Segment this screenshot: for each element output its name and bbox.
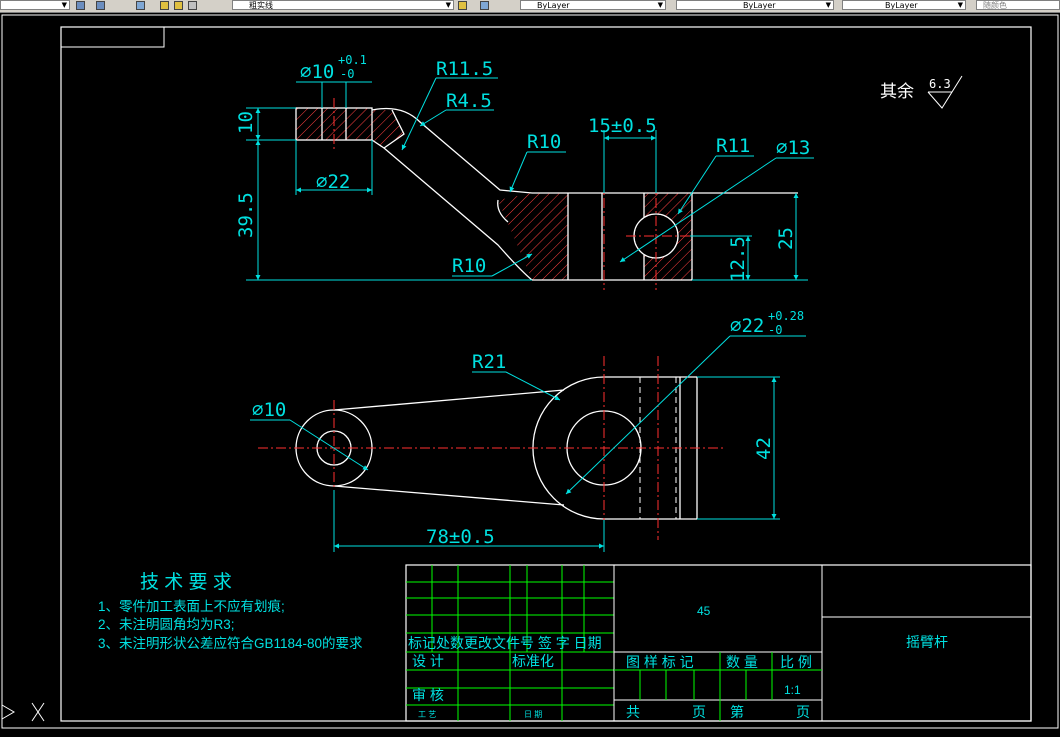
sun-icon[interactable] bbox=[174, 1, 183, 10]
sheet-label-2: 页 bbox=[796, 704, 810, 720]
design-label: 设 计 bbox=[412, 653, 444, 669]
sheet-label: 页 bbox=[692, 704, 706, 720]
bulb-icon[interactable] bbox=[160, 1, 169, 10]
make-current-icon[interactable] bbox=[458, 1, 467, 10]
layer-tool-icon[interactable] bbox=[96, 1, 105, 10]
drawing-canvas[interactable]: ⌀10 +0.1 -0 R11.5 R4.5 R10 R10 ⌀22 15±0.… bbox=[0, 13, 1060, 730]
layer-previous-icon[interactable] bbox=[480, 1, 489, 10]
lineweight-dropdown[interactable]: ByLayer ▼ bbox=[842, 0, 966, 10]
layer-states-icon[interactable] bbox=[76, 1, 85, 10]
dim-r10-upper: R10 bbox=[527, 131, 561, 153]
tol-minus-0b: -0 bbox=[768, 323, 782, 337]
layer-name: 粗实线 bbox=[249, 1, 273, 10]
dim-dia13: ⌀13 bbox=[776, 137, 810, 159]
dim-12-5: 12.5 bbox=[727, 236, 749, 282]
tol-plus-028: +0.28 bbox=[768, 309, 804, 323]
title-block: 45 摇臂杆 标记处数更改文件号 签 字 日期 设 计 标准化 审 核 工 艺 … bbox=[405, 564, 1032, 722]
quantity-label: 数 量 bbox=[726, 654, 758, 670]
tol-plus-01: +0.1 bbox=[338, 53, 367, 67]
revision-header: 标记处数更改文件号 签 字 日期 bbox=[408, 635, 602, 651]
dim-r11: R11 bbox=[716, 135, 750, 157]
dropdown-arrow-icon: ▼ bbox=[825, 1, 831, 9]
dim-25: 25 bbox=[775, 227, 797, 250]
sheet-no-label: 第 bbox=[730, 704, 744, 720]
dim-10-vert: 10 bbox=[235, 111, 257, 134]
linetype-value: ByLayer bbox=[743, 1, 776, 10]
dim-dia22-bottom: ⌀22 bbox=[730, 315, 764, 337]
tech-req-item-3: 3、未注明形状公差应符合GB1184-80的要求 bbox=[98, 635, 363, 651]
drawing-mark-label: 图 样 标 记 bbox=[626, 654, 694, 670]
roughness-note: 其余 6.3 bbox=[880, 75, 963, 109]
approve-label: 日 期 bbox=[524, 710, 542, 719]
plotstyle-dropdown[interactable]: 随颜色 bbox=[976, 0, 1060, 10]
dropdown-arrow-icon: ▼ bbox=[61, 1, 67, 9]
dim-dia22-top: ⌀22 bbox=[316, 171, 350, 193]
roughness-prefix: 其余 bbox=[880, 82, 914, 101]
dim-42: 42 bbox=[753, 437, 775, 460]
properties-toolbar: ▼ 粗实线 ▼ ByLayer ▼ ByLayer ▼ ByLayer ▼ 随颜色 bbox=[0, 0, 1060, 13]
tol-minus-0a: -0 bbox=[340, 67, 354, 81]
dim-r4-5: R4.5 bbox=[446, 90, 492, 112]
dropdown-arrow-icon: ▼ bbox=[657, 1, 663, 9]
dim-dia10-bottom: ⌀10 bbox=[252, 399, 286, 421]
ucs-icon bbox=[1, 702, 45, 722]
dim-r21: R21 bbox=[472, 351, 506, 373]
color-value: ByLayer bbox=[537, 1, 570, 10]
tech-req-item-2: 2、未注明圆角均为R3; bbox=[98, 617, 235, 632]
dropdown-arrow-icon: ▼ bbox=[445, 1, 451, 9]
scale-value: 1:1 bbox=[784, 683, 801, 697]
dim-15: 15±0.5 bbox=[588, 115, 657, 137]
total-label: 共 bbox=[626, 704, 640, 720]
standard-label: 标准化 bbox=[512, 653, 554, 669]
previous-control[interactable]: ▼ bbox=[0, 0, 70, 10]
lineweight-value: ByLayer bbox=[885, 1, 918, 10]
dim-78: 78±0.5 bbox=[426, 526, 495, 548]
dim-r10-lower: R10 bbox=[452, 255, 486, 277]
lock-icon[interactable] bbox=[188, 1, 197, 10]
tech-req-title: 技 术 要 求 bbox=[140, 571, 232, 593]
section-view: ⌀10 +0.1 -0 R11.5 R4.5 R10 R10 ⌀22 15±0.… bbox=[235, 53, 814, 290]
plan-view: ⌀10 R21 ⌀22 +0.28 -0 78±0.5 42 bbox=[250, 309, 806, 552]
material-value: 45 bbox=[697, 604, 711, 618]
linetype-dropdown[interactable]: ByLayer ▼ bbox=[676, 0, 834, 10]
dropdown-arrow-icon: ▼ bbox=[957, 1, 963, 9]
dim-dia10-top: ⌀10 bbox=[300, 61, 334, 83]
part-name: 摇臂杆 bbox=[906, 634, 948, 650]
dim-r11-5: R11.5 bbox=[436, 58, 493, 80]
technical-requirements: 技 术 要 求 1、零件加工表面上不应有划痕; 2、未注明圆角均为R3; 3、未… bbox=[98, 571, 363, 651]
scale-label: 比 例 bbox=[780, 654, 812, 670]
layer-dropdown[interactable]: 粗实线 ▼ bbox=[232, 0, 454, 10]
dim-39-5: 39.5 bbox=[235, 192, 257, 238]
roughness-value: 6.3 bbox=[929, 77, 951, 91]
layer-manager-icon[interactable] bbox=[136, 1, 145, 10]
tech-req-item-1: 1、零件加工表面上不应有划痕; bbox=[98, 598, 285, 614]
plotstyle-value: 随颜色 bbox=[983, 1, 1007, 10]
craft-label: 工 艺 bbox=[418, 710, 436, 719]
command-line-strip bbox=[0, 730, 1060, 737]
review-label: 审 核 bbox=[412, 687, 444, 703]
color-dropdown[interactable]: ByLayer ▼ bbox=[520, 0, 666, 10]
